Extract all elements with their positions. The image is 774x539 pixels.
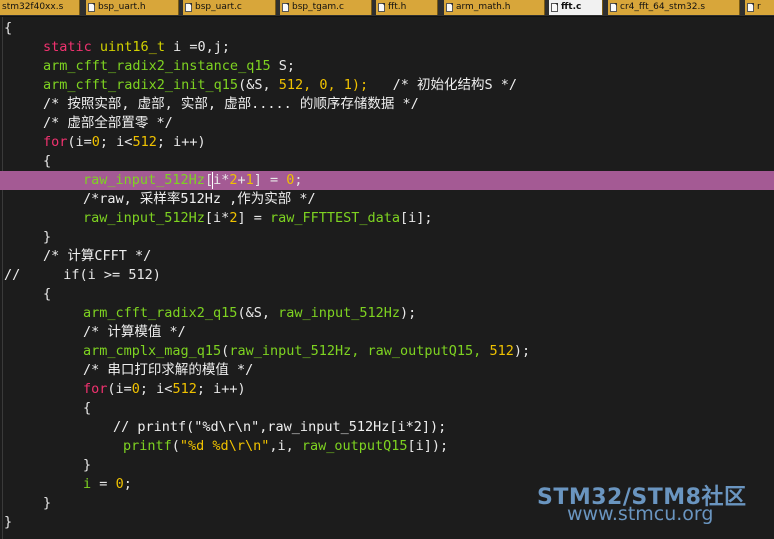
code-line-4: arm_cfft_radix2_init_q15(&S, 512, 0, 1);… xyxy=(43,77,517,93)
code-line-7: for(i=0; i<512; i++) xyxy=(43,134,206,150)
code-line-1: { xyxy=(4,20,13,36)
file-icon xyxy=(747,3,754,12)
file-icon xyxy=(185,3,192,12)
code-line-3: arm_cfft_radix2_instance_q15 S; xyxy=(43,58,295,74)
tab-label: bsp_tgam.c xyxy=(292,2,344,12)
file-tab-bar: stm32f40xx.s bsp_uart.h bsp_uart.c bsp_t… xyxy=(0,0,774,17)
tab-bsp-uart-c[interactable]: bsp_uart.c xyxy=(183,0,276,15)
code-line-2: static uint16_t i =0,j; xyxy=(43,39,230,55)
text-caret xyxy=(212,172,213,189)
code-line-11: raw_input_512Hz[i*2] = raw_FFTTEST_data[… xyxy=(83,210,433,226)
file-icon xyxy=(446,3,453,12)
file-icon xyxy=(610,3,617,12)
file-icon xyxy=(282,3,289,12)
tab-label: fft.c xyxy=(561,2,582,12)
tab-label: arm_math.h xyxy=(456,2,511,12)
tab-overflow[interactable]: r xyxy=(745,0,774,15)
tab-stm32f40xx-s[interactable]: stm32f40xx.s xyxy=(0,0,80,15)
code-line-24: } xyxy=(83,457,92,473)
tab-fft-c[interactable]: fft.c xyxy=(549,0,603,15)
code-line-9-current: raw_input_512Hz[i*2+1] = 0; xyxy=(0,171,774,190)
watermark-url: www.stmcu.org xyxy=(567,503,714,525)
tab-fft-h[interactable]: fft.h xyxy=(376,0,438,15)
code-line-23: printf("%d %d\r\n",i, raw_outputQ15[i]); xyxy=(123,438,449,454)
file-icon xyxy=(88,3,95,12)
tab-cr4-fft-64-stm32-s[interactable]: cr4_fft_64_stm32.s xyxy=(608,0,740,15)
file-icon xyxy=(378,3,385,12)
tab-label: cr4_fft_64_stm32.s xyxy=(620,2,706,12)
code-editor[interactable]: { static uint16_t i =0,j; arm_cfft_radix… xyxy=(0,17,774,539)
code-line-15: { xyxy=(43,286,52,302)
file-icon xyxy=(551,3,558,12)
code-line-5: /* 按照实部, 虚部, 实部, 虚部..... 的顺序存储数据 */ xyxy=(43,96,419,112)
code-line-10: /*raw, 采样率512Hz ,作为实部 */ xyxy=(83,191,316,207)
code-line-22: // printf("%d\r\n",raw_input_512Hz[i*2])… xyxy=(113,419,447,435)
code-line-14: //if(i >= 512) xyxy=(4,267,161,283)
code-line-6: /* 虚部全部置零 */ xyxy=(43,115,173,131)
tab-bsp-uart-h[interactable]: bsp_uart.h xyxy=(86,0,179,15)
code-line-13: /* 计算CFFT */ xyxy=(43,248,152,264)
code-line-17: /* 计算模值 */ xyxy=(83,324,186,340)
code-line-20: for(i=0; i<512; i++) xyxy=(83,381,246,397)
code-line-16: arm_cfft_radix2_q15(&S, raw_input_512Hz)… xyxy=(83,305,417,321)
code-line-19: /* 串口打印求解的模值 */ xyxy=(83,362,254,378)
tab-label: fft.h xyxy=(388,2,407,12)
code-line-18: arm_cmplx_mag_q15(raw_input_512Hz, raw_o… xyxy=(83,343,531,359)
code-line-21: { xyxy=(83,400,92,416)
tab-bsp-tgam-c[interactable]: bsp_tgam.c xyxy=(280,0,372,15)
tab-label: r xyxy=(757,2,761,12)
tab-label: stm32f40xx.s xyxy=(2,2,64,12)
code-line-8: { xyxy=(43,153,52,169)
tab-arm-math-h[interactable]: arm_math.h xyxy=(444,0,545,15)
code-line-12: } xyxy=(43,229,52,245)
tab-label: bsp_uart.h xyxy=(98,2,146,12)
tab-label: bsp_uart.c xyxy=(195,2,242,12)
